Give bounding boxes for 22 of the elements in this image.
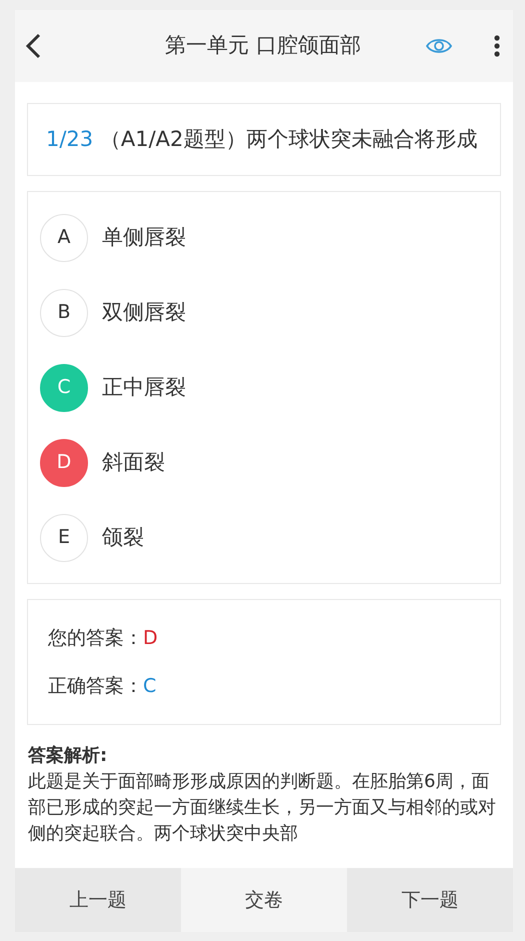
option-letter[interactable]: E bbox=[40, 514, 88, 562]
nav-button[interactable]: 交卷 bbox=[181, 868, 347, 932]
nav-button[interactable]: 下一题 bbox=[347, 868, 513, 932]
option-text[interactable]: 单侧唇裂 bbox=[102, 222, 186, 254]
analysis-title: 答案解析: bbox=[28, 744, 108, 768]
option-letter[interactable]: A bbox=[40, 214, 88, 262]
answer-label: 正确答案： bbox=[48, 674, 143, 699]
option-text[interactable]: 正中唇裂 bbox=[102, 372, 186, 404]
option-text[interactable]: 双侧唇裂 bbox=[102, 296, 186, 328]
nav-button[interactable]: 上一题 bbox=[15, 868, 181, 932]
more-icon[interactable] bbox=[493, 35, 501, 57]
option-text[interactable]: 颌裂 bbox=[102, 522, 144, 554]
eye-icon[interactable] bbox=[425, 36, 453, 56]
option-letter[interactable]: B bbox=[40, 288, 88, 336]
option-text[interactable]: 斜面裂 bbox=[102, 446, 165, 478]
analysis-text: 此题是关于面部畸形形成原因的判断题。在胚胎第6周，面部已形成的突起一方面继续生长，另一方面又与相邻的或对侧的突起联合。两个球状突中央部 bbox=[28, 770, 497, 846]
answer-value: D bbox=[143, 626, 158, 651]
answer-value: C bbox=[143, 674, 156, 699]
page-title: 第一单元 口腔颌面部 bbox=[164, 32, 362, 60]
question-text: 1/23 （A1/A2题型）两个球状突未融合将形成 bbox=[46, 127, 478, 151]
answer-label: 您的答案： bbox=[48, 626, 143, 651]
back-icon[interactable] bbox=[25, 33, 41, 59]
